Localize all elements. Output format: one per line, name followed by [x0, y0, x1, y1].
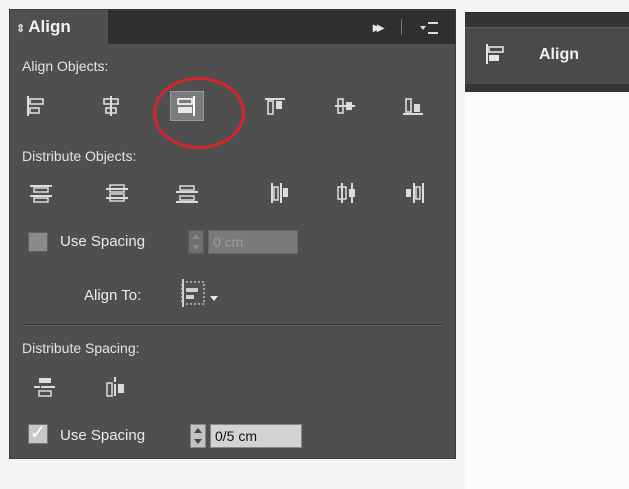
- align-panel-icon: [486, 44, 504, 64]
- distribute-hcenter-icon: [337, 183, 355, 203]
- align-vcenter-icon: [335, 98, 355, 114]
- distribute-right-icon: [406, 183, 424, 203]
- distribute-top-icon: [30, 185, 52, 203]
- distribute-left-icon: [271, 183, 288, 203]
- align-panel: ⇕ Align ▸▸ Align Objects: Distribute Obj…: [9, 9, 456, 459]
- distribute-objects-spacing-field[interactable]: 0 cm: [208, 230, 298, 254]
- dock-align-button[interactable]: Align: [465, 27, 629, 84]
- updown-chevron-icon[interactable]: ⇕: [16, 23, 25, 35]
- align-to-dropdown[interactable]: [180, 276, 222, 312]
- distribute-horizontal-space-button[interactable]: [98, 372, 132, 402]
- distribute-bottom-icon: [176, 185, 198, 203]
- tab-align[interactable]: ⇕ Align: [10, 10, 108, 44]
- align-vertical-centers-button[interactable]: [328, 91, 362, 121]
- tab-title: Align: [28, 17, 71, 36]
- titlebar-divider: [401, 19, 402, 35]
- distribute-spacing-use-spacing-checkbox[interactable]: ✓: [28, 423, 48, 444]
- align-horizontal-centers-button[interactable]: [94, 91, 128, 121]
- panel-menu-icon[interactable]: [415, 10, 443, 44]
- align-hcenter-icon: [103, 96, 119, 116]
- distribute-spacing-stepper[interactable]: [190, 424, 206, 448]
- distribute-horizontal-centers-button[interactable]: [330, 178, 364, 208]
- align-bottom-edges-button[interactable]: [396, 91, 430, 121]
- distribute-hspace-icon: [106, 377, 124, 397]
- distribute-vertical-space-button[interactable]: [28, 372, 62, 402]
- distribute-top-edges-button[interactable]: [24, 178, 58, 208]
- distribute-spacing-label: Distribute Spacing:: [22, 340, 140, 356]
- dock-align-label: Align: [539, 46, 579, 63]
- panel-dock: Align: [465, 12, 629, 93]
- align-to-selection-icon: [181, 279, 218, 307]
- distribute-right-edges-button[interactable]: [398, 178, 432, 208]
- document-area: [465, 92, 629, 489]
- distribute-left-edges-button[interactable]: [262, 178, 296, 208]
- align-right-icon: [177, 96, 195, 116]
- distribute-objects-use-spacing-label: Use Spacing: [60, 233, 146, 250]
- distribute-spacing-use-spacing-label: Use Spacing: [60, 427, 146, 444]
- distribute-spacing-field[interactable]: 0/5 cm: [210, 424, 302, 448]
- align-top-edges-button[interactable]: [258, 91, 292, 121]
- align-to-label: Align To:: [84, 287, 142, 304]
- double-arrow-right-icon[interactable]: ▸▸: [364, 10, 390, 44]
- align-objects-label: Align Objects:: [22, 58, 109, 74]
- distribute-objects-label: Distribute Objects:: [22, 148, 137, 164]
- distribute-bottom-edges-button[interactable]: [170, 178, 204, 208]
- distribute-vspace-icon: [34, 378, 55, 397]
- align-bottom-icon: [403, 98, 423, 115]
- align-left-edges-button[interactable]: [18, 91, 52, 121]
- panel-titlebar: ⇕ Align ▸▸: [10, 10, 455, 44]
- align-right-edges-button[interactable]: [170, 91, 204, 121]
- align-top-icon: [265, 98, 285, 115]
- distribute-objects-spacing-stepper[interactable]: [188, 230, 204, 254]
- section-divider: [22, 324, 443, 325]
- distribute-vertical-centers-button[interactable]: [100, 178, 134, 208]
- distribute-objects-use-spacing-checkbox[interactable]: [28, 232, 48, 252]
- distribute-vcenter-icon: [106, 184, 128, 202]
- align-left-icon: [27, 96, 44, 116]
